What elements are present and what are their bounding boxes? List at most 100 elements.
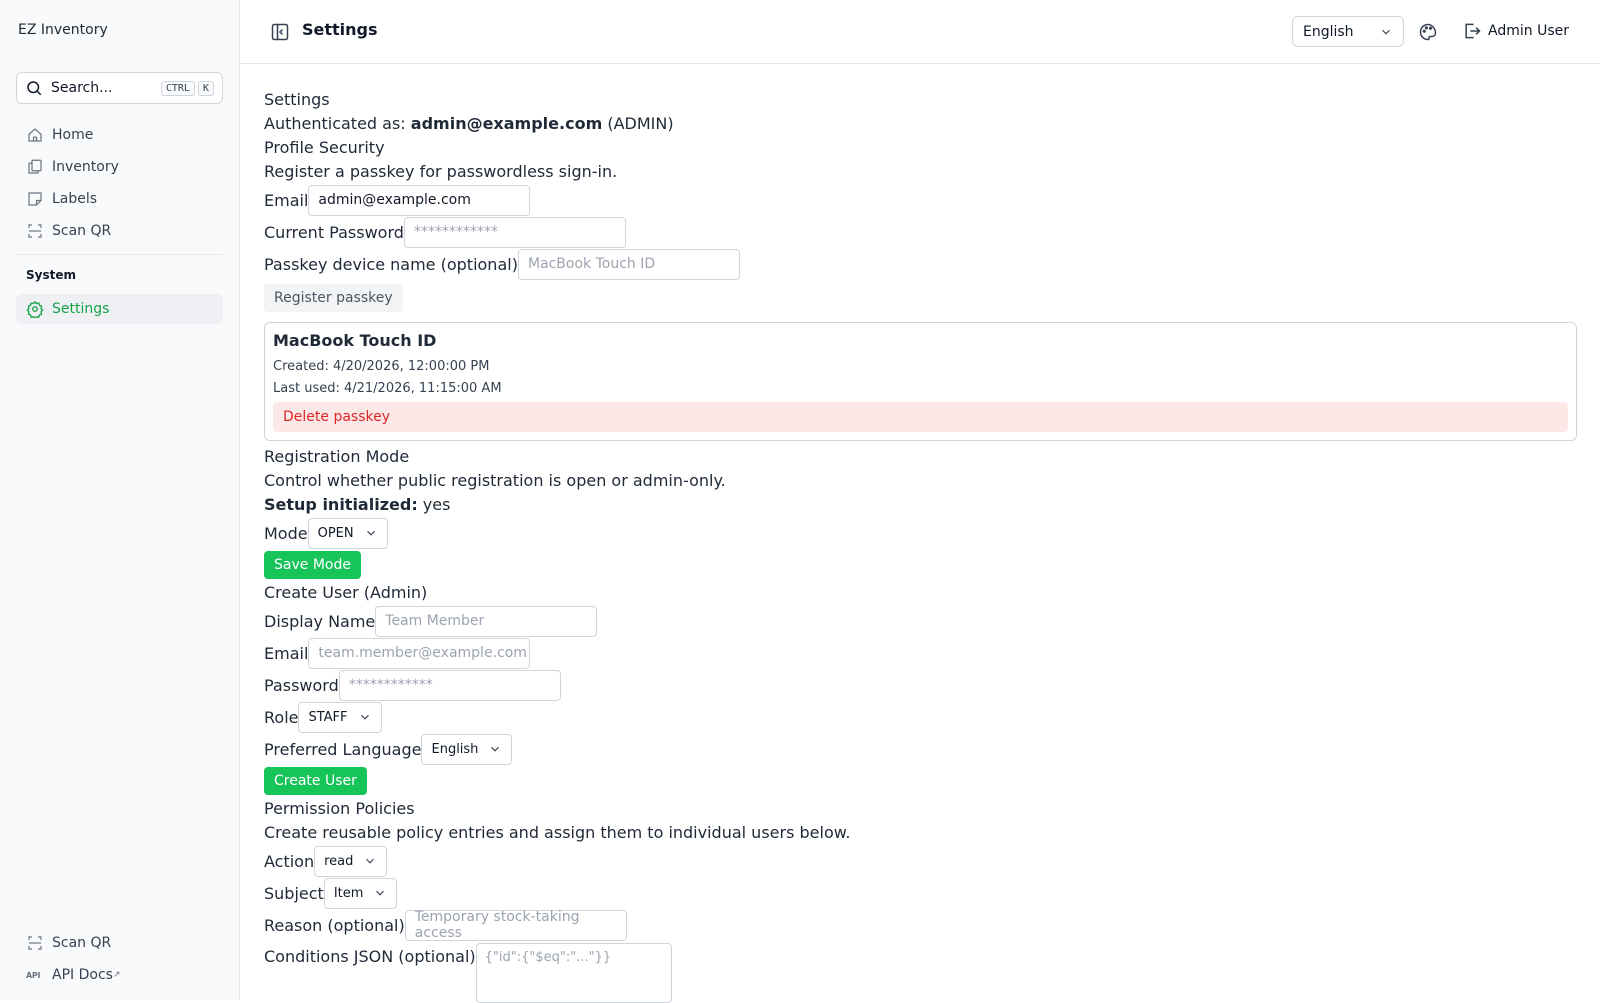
permission-policies-description: Create reusable policy entries and assig… bbox=[264, 823, 851, 842]
sidebar-item-label: Home bbox=[52, 127, 94, 143]
display-name-label: Display Name bbox=[264, 611, 376, 631]
app-name: EZ Inventory bbox=[18, 22, 108, 38]
gear-icon bbox=[26, 300, 44, 318]
email-field[interactable]: admin@example.com bbox=[308, 184, 531, 216]
passkey-device-row: Passkey device name (optional) MacBook T… bbox=[264, 248, 1577, 280]
api-icon: API bbox=[26, 970, 41, 980]
sidebar: EZ Inventory Search... CTRL K Home Inven… bbox=[0, 0, 240, 1000]
preferred-language-value: English bbox=[431, 741, 479, 757]
search-icon bbox=[27, 81, 42, 96]
conditions-label: Conditions JSON (optional) bbox=[264, 947, 476, 966]
conditions-json-field[interactable]: {"id":{"$eq":"..."}} bbox=[475, 943, 672, 1003]
search-input[interactable]: Search... CTRL K bbox=[16, 72, 223, 104]
auth-role: (ADMIN) bbox=[602, 114, 674, 133]
save-mode-wrap: Save Mode bbox=[264, 549, 1577, 581]
sidebar-item-label: Labels bbox=[52, 191, 98, 207]
new-user-email-field[interactable]: team.member@example.com bbox=[308, 637, 531, 669]
display-name-field[interactable]: Team Member bbox=[375, 605, 598, 637]
passkey-device-field[interactable]: MacBook Touch ID bbox=[517, 248, 740, 280]
sidebar-item-inventory[interactable]: Inventory bbox=[16, 152, 223, 182]
palette-icon[interactable] bbox=[1418, 22, 1438, 42]
setup-status: Setup initialized: yes bbox=[264, 493, 1577, 517]
label-icon bbox=[28, 192, 42, 206]
create-user-heading: Create User (Admin) bbox=[264, 583, 428, 602]
save-mode-button[interactable]: Save Mode bbox=[264, 551, 361, 579]
sidebar-section-system: System bbox=[26, 268, 76, 282]
sidebar-nav: Home Inventory Labels Scan QR bbox=[16, 120, 223, 248]
subject-label: Subject bbox=[264, 883, 324, 903]
new-user-password-label: Password bbox=[264, 675, 339, 695]
sidebar-item-label: API Docs bbox=[52, 967, 113, 983]
passkey-card: MacBook Touch ID Created: 4/20/2026, 12:… bbox=[264, 322, 1577, 441]
settings-heading: Settings bbox=[264, 90, 330, 109]
auth-email: admin@example.com bbox=[410, 114, 603, 133]
preferred-language-label: Preferred Language bbox=[264, 739, 422, 759]
language-select[interactable]: English bbox=[1292, 16, 1404, 47]
chevron-down-icon bbox=[1382, 29, 1390, 35]
passkey-name: MacBook Touch ID bbox=[273, 331, 437, 350]
sidebar-item-home[interactable]: Home bbox=[16, 120, 223, 150]
shortcut-key-ctrl: CTRL bbox=[160, 80, 195, 96]
new-user-email-row: Email team.member@example.com bbox=[264, 637, 1577, 669]
create-user-wrap: Create User bbox=[264, 765, 1577, 797]
setup-value: yes bbox=[417, 495, 451, 514]
action-label: Action bbox=[264, 851, 315, 871]
page-title: Settings bbox=[302, 20, 378, 39]
action-row: Action read bbox=[264, 845, 1577, 877]
sidebar-item-label: Scan QR bbox=[52, 223, 112, 239]
email-label: Email bbox=[264, 190, 309, 210]
action-select[interactable]: read bbox=[314, 845, 388, 877]
chevron-down-icon bbox=[366, 530, 375, 536]
sidebar-item-footer-scan-qr[interactable]: Scan QR bbox=[16, 928, 223, 958]
sidebar-item-api-docs[interactable]: API API Docs ↗ bbox=[16, 960, 223, 990]
chevron-down-icon bbox=[491, 746, 500, 752]
profile-security-description: Register a passkey for passwordless sign… bbox=[264, 162, 618, 181]
logout-button[interactable]: Admin User bbox=[1462, 21, 1569, 41]
current-password-label: Current Password bbox=[264, 222, 404, 242]
delete-passkey-button[interactable]: Delete passkey bbox=[273, 402, 1568, 432]
registration-mode-description: Control whether public registration is o… bbox=[264, 471, 726, 490]
new-user-password-field[interactable]: ************ bbox=[338, 669, 561, 701]
role-select[interactable]: STAFF bbox=[298, 701, 382, 733]
conditions-row: Conditions JSON (optional) {"id":{"$eq":… bbox=[264, 941, 1577, 1003]
auth-prefix: Authenticated as: bbox=[264, 114, 411, 133]
scan-qr-icon bbox=[28, 936, 42, 950]
role-select-value: STAFF bbox=[308, 709, 348, 725]
sidebar-item-label: Inventory bbox=[52, 159, 119, 175]
mode-select-value: OPEN bbox=[317, 525, 354, 541]
passkey-created: Created: 4/20/2026, 12:00:00 PM bbox=[273, 359, 490, 374]
new-user-password-row: Password ************ bbox=[264, 669, 1577, 701]
new-user-email-label: Email bbox=[264, 643, 309, 663]
role-label: Role bbox=[264, 707, 299, 727]
sidebar-system-nav: Settings bbox=[16, 294, 223, 326]
create-user-button[interactable]: Create User bbox=[264, 767, 367, 795]
email-row: Email admin@example.com bbox=[264, 184, 1577, 216]
sidebar-item-scan-qr[interactable]: Scan QR bbox=[16, 216, 223, 246]
preferred-language-row: Preferred Language English bbox=[264, 733, 1577, 765]
sidebar-divider bbox=[16, 254, 223, 255]
current-password-field[interactable]: ************ bbox=[403, 216, 626, 248]
register-passkey-button[interactable]: Register passkey bbox=[264, 284, 403, 312]
top-header: Settings English Admin User bbox=[240, 0, 1600, 64]
permission-policies-heading: Permission Policies bbox=[264, 799, 415, 818]
subject-select-value: Item bbox=[333, 885, 364, 901]
mode-label: Mode bbox=[264, 523, 308, 543]
chevron-down-icon bbox=[376, 890, 385, 896]
sidebar-item-settings[interactable]: Settings bbox=[16, 294, 223, 324]
sidebar-toggle-icon[interactable] bbox=[270, 22, 290, 42]
chevron-down-icon bbox=[366, 858, 375, 864]
logout-icon bbox=[1465, 23, 1481, 39]
sidebar-item-label: Scan QR bbox=[52, 935, 112, 951]
sidebar-item-labels[interactable]: Labels bbox=[16, 184, 223, 214]
action-select-value: read bbox=[324, 853, 354, 869]
settings-content: Settings Authenticated as: admin@example… bbox=[264, 88, 1577, 1003]
subject-select[interactable]: Item bbox=[323, 877, 398, 909]
shortcut-key-k: K bbox=[197, 80, 214, 96]
mode-select[interactable]: OPEN bbox=[307, 517, 388, 549]
registration-mode-heading: Registration Mode bbox=[264, 447, 410, 466]
reason-field[interactable]: Temporary stock-taking access bbox=[404, 909, 627, 941]
reason-row: Reason (optional) Temporary stock-taking… bbox=[264, 909, 1577, 941]
user-name: Admin User bbox=[1488, 23, 1569, 39]
auth-info: Authenticated as: admin@example.com (ADM… bbox=[264, 112, 1577, 136]
preferred-language-select[interactable]: English bbox=[421, 733, 513, 765]
